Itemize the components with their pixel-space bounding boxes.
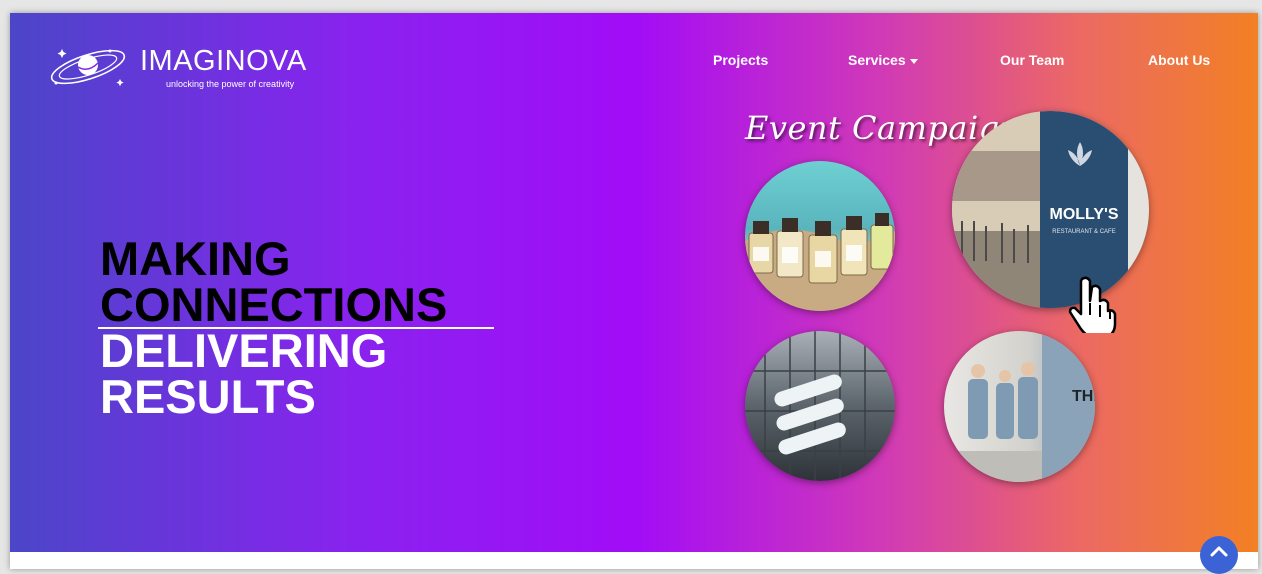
project-building-logo-image[interactable] bbox=[745, 331, 895, 481]
nav-services-label: Services bbox=[848, 52, 906, 68]
mollys-subtitle: RESTAURANT & CAFE bbox=[1052, 229, 1115, 235]
scroll-to-top-button[interactable] bbox=[1200, 536, 1238, 574]
browser-viewport: IMAGINOVA unlocking the power of creativ… bbox=[10, 13, 1258, 569]
nav-our-team[interactable]: Our Team bbox=[1000, 52, 1064, 68]
nav-our-team-label: Our Team bbox=[1000, 52, 1065, 68]
nav-projects-label: Projects bbox=[713, 52, 769, 68]
nav-about-us-label: About Us bbox=[1148, 52, 1211, 68]
headline-line-3: DELIVERING bbox=[100, 324, 388, 377]
nav-services[interactable]: Services bbox=[848, 52, 918, 68]
jacket-print: THI bbox=[1072, 388, 1095, 405]
building-logo-illustration bbox=[745, 331, 895, 481]
hand-pointer-icon bbox=[1068, 276, 1117, 333]
fashion-models-illustration: THI bbox=[944, 331, 1095, 482]
project-fashion-image[interactable]: THI bbox=[944, 331, 1095, 482]
headline-line-2: CONNECTIONS bbox=[100, 278, 448, 331]
brand-tagline: unlocking the power of creativity bbox=[166, 79, 295, 89]
planet-icon bbox=[50, 49, 126, 87]
project-perfume-image[interactable] bbox=[745, 161, 895, 311]
chevron-up-icon bbox=[1210, 546, 1228, 557]
caret-down-icon bbox=[909, 58, 918, 64]
brand-name: IMAGINOVA bbox=[140, 45, 307, 77]
headline-divider bbox=[98, 327, 494, 329]
headline-line-1: MAKING bbox=[100, 232, 291, 285]
nav-projects[interactable]: Projects bbox=[713, 52, 768, 68]
perfume-bottles-illustration bbox=[745, 213, 895, 311]
mollys-name: MOLLY'S bbox=[1050, 206, 1119, 223]
nav-about-us[interactable]: About Us bbox=[1148, 52, 1210, 68]
logo[interactable]: IMAGINOVA unlocking the power of creativ… bbox=[48, 39, 318, 95]
hero-section: IMAGINOVA unlocking the power of creativ… bbox=[10, 13, 1258, 552]
headline-line-4: RESULTS bbox=[100, 370, 316, 423]
